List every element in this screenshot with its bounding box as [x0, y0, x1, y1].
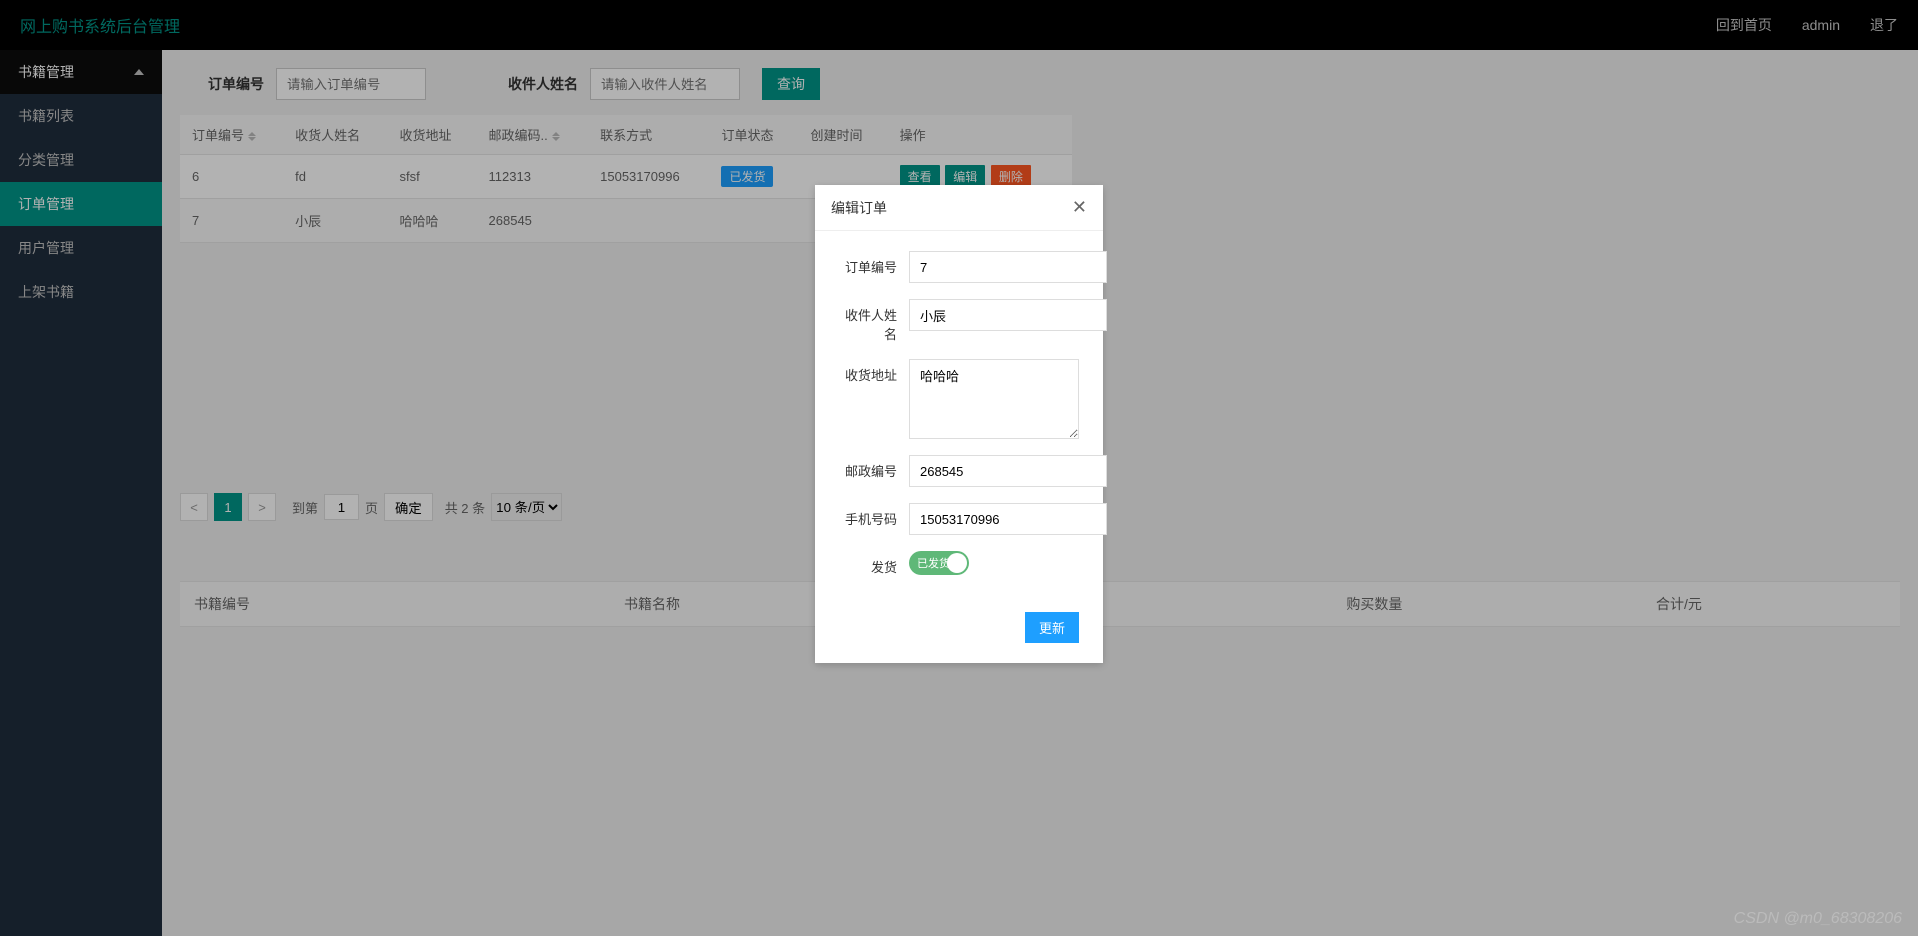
- postcode-field[interactable]: [909, 455, 1107, 487]
- postcode-label: 邮政编号: [839, 455, 909, 480]
- phone-label: 手机号码: [839, 503, 909, 528]
- recipient-field[interactable]: [909, 299, 1107, 331]
- modal-title: 编辑订单: [831, 198, 887, 218]
- modal-overlay[interactable]: 编辑订单 ✕ 订单编号 收件人姓名 收货地址 邮政编号 手机号码: [0, 0, 1918, 936]
- ship-switch[interactable]: 已发货: [909, 551, 969, 575]
- phone-field[interactable]: [909, 503, 1107, 535]
- ship-label: 发货: [839, 551, 909, 576]
- switch-handle-icon: [947, 553, 967, 573]
- modal-header: 编辑订单 ✕: [815, 185, 1103, 231]
- edit-order-modal: 编辑订单 ✕ 订单编号 收件人姓名 收货地址 邮政编号 手机号码: [815, 185, 1103, 663]
- address-label: 收货地址: [839, 359, 909, 384]
- recipient-label: 收件人姓名: [839, 299, 909, 343]
- watermark: CSDN @m0_68308206: [1734, 910, 1902, 928]
- close-icon[interactable]: ✕: [1072, 197, 1087, 218]
- address-field[interactable]: [909, 359, 1079, 439]
- order-no-label: 订单编号: [839, 251, 909, 276]
- order-no-field[interactable]: [909, 251, 1107, 283]
- update-button[interactable]: 更新: [1025, 612, 1079, 643]
